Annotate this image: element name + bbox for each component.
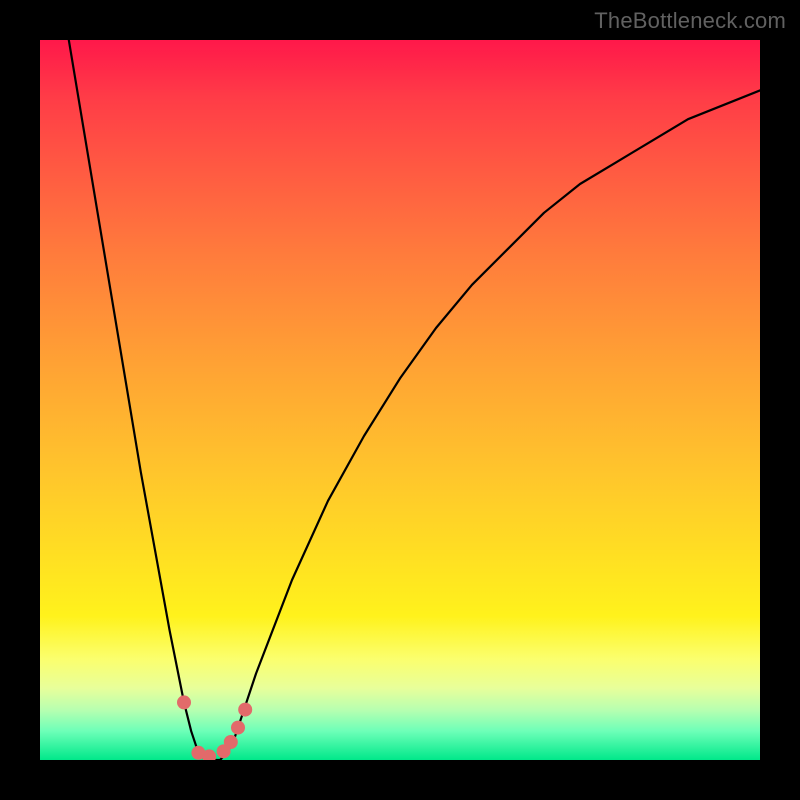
chart-stage: TheBottleneck.com [0,0,800,800]
watermark-text: TheBottleneck.com [594,8,786,34]
curve-marker [238,703,252,717]
plot-area [40,40,760,760]
curve-layer [40,40,760,760]
curve-markers [177,695,252,760]
curve-marker [231,721,245,735]
bottleneck-curve [69,40,760,760]
curve-marker [224,735,238,749]
curve-marker [177,695,191,709]
